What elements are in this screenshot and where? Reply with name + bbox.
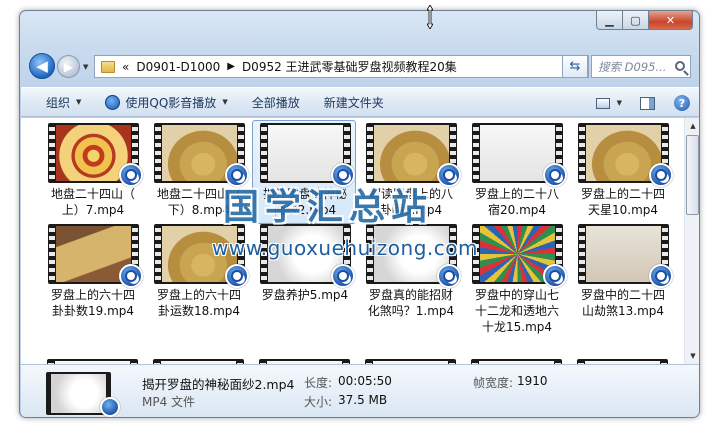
toolbar-right: ▼ ? (595, 88, 699, 118)
file-name-line: 罗盘真的能招财 (368, 288, 453, 302)
file-name-line: 罗盘养护5.mp4 (261, 288, 349, 302)
command-bar: 组织 ▼ 使用QQ影音播放 ▼ 全部播放 新建文件夹 ▼ ? (21, 87, 699, 118)
address-bar[interactable]: « D0901-D1000 ▶ D0952 王进武零基础罗盘视频教程20集 ▼ (94, 55, 589, 78)
file-name: 罗盘中的二十四 山劫煞13.mp4 (571, 287, 675, 319)
selected-file-type: MP4 文件 (142, 395, 196, 409)
qq-player-icon (119, 163, 143, 187)
scroll-down-icon[interactable]: ▼ (685, 348, 699, 364)
chevron-down-icon: ▼ (76, 98, 82, 106)
size-label: 大小: (304, 395, 333, 409)
new-folder-button[interactable]: 新建文件夹 (324, 94, 384, 111)
qq-player-icon (100, 397, 120, 417)
file-name: 罗盘上的二十八 宿20.mp4 (465, 186, 569, 218)
file-item[interactable]: 罗盘中的二十四 山劫煞13.mp4 (570, 221, 674, 325)
file-name-line: 天星10.mp4 (587, 203, 659, 217)
file-name-line: 罗盘中的穿山七 (474, 288, 559, 302)
breadcrumb-current-folder[interactable]: D0952 王进武零基础罗盘视频教程20集 (242, 58, 457, 75)
file-name-line: 地盘二十四山（ (50, 187, 135, 201)
file-name-line: 山劫煞13.mp4 (581, 304, 665, 318)
file-name: 罗盘养护5.mp4 (253, 287, 357, 303)
qq-player-icon (437, 163, 461, 187)
view-options-dropdown-icon[interactable]: ▼ (617, 99, 622, 107)
file-name: 罗盘上的二十四 天星10.mp4 (571, 186, 675, 218)
organize-menu[interactable]: 组织 ▼ (46, 94, 81, 111)
file-name-line: 罗盘上的六十四 (156, 288, 241, 302)
watermark-logo: 国学汇总站 (223, 187, 434, 228)
qq-player-icon (543, 163, 567, 187)
file-name-line: 罗盘上的六十四 (50, 288, 135, 302)
chevron-down-icon: ▼ (222, 98, 228, 106)
play-with-qq-label: 使用QQ影音播放 (125, 95, 217, 110)
duration-label: 长度: (304, 376, 333, 390)
qq-player-icon (105, 94, 121, 110)
frame-width-value: 1910 (517, 374, 548, 388)
change-view-icon[interactable] (595, 97, 610, 109)
scroll-up-icon[interactable]: ▲ (685, 118, 699, 134)
file-name-line: 卦卦数19.mp4 (51, 304, 135, 318)
file-item[interactable]: 罗盘上的二十八 宿20.mp4 (464, 120, 568, 224)
title-buttons: ▁ ▢ ✕ (596, 11, 693, 30)
file-name: 罗盘上的六十四 卦运数18.mp4 (147, 287, 251, 319)
file-name-line: 宿20.mp4 (487, 203, 547, 217)
forward-button[interactable]: ▶ (57, 55, 80, 78)
frame-width-label: 帧宽度: (473, 376, 514, 390)
file-name-line: 化煞吗？1.mp4 (367, 304, 455, 318)
qq-player-icon (225, 264, 249, 288)
search-icon[interactable] (675, 61, 685, 71)
play-with-qq-menu[interactable]: 使用QQ影音播放 ▼ (105, 94, 228, 111)
file-name-line: 上）7.mp4 (61, 203, 125, 217)
file-item[interactable]: 地盘二十四山（ 上）7.mp4 (40, 120, 144, 224)
size-value: 37.5 MB (338, 393, 388, 407)
file-item[interactable]: 罗盘上的二十四 天星10.mp4 (570, 120, 674, 224)
file-name: 罗盘上的六十四 卦卦数19.mp4 (41, 287, 145, 319)
file-name-line: 罗盘上的二十八 (474, 187, 559, 201)
search-placeholder: 搜索 D095... (598, 59, 667, 74)
qq-player-icon (649, 163, 673, 187)
file-name-line: 卦运数18.mp4 (157, 304, 241, 318)
file-name-line: 十龙15.mp4 (481, 320, 553, 334)
minimize-button[interactable]: ▁ (596, 11, 623, 30)
organize-label: 组织 (46, 95, 71, 110)
scrollbar-thumb[interactable] (686, 135, 699, 215)
breadcrumb-d0901[interactable]: D0901-D1000 (136, 60, 220, 74)
back-button[interactable]: ◀ (29, 53, 55, 79)
preview-pane-icon[interactable] (640, 96, 655, 110)
resize-cursor-icon (427, 5, 433, 29)
file-name-line: 罗盘中的二十四 (580, 288, 665, 302)
file-item[interactable]: 罗盘中的穿山七 十二龙和透地六 十龙15.mp4 (464, 221, 568, 334)
selected-file-name: 揭开罗盘的神秘面纱2.mp4 (142, 377, 295, 392)
duration-value: 00:05:50 (338, 374, 392, 388)
close-button[interactable]: ✕ (649, 11, 693, 30)
file-name: 地盘二十四山（ 上）7.mp4 (41, 186, 145, 218)
play-all-button[interactable]: 全部播放 (252, 94, 300, 111)
qq-player-icon (543, 264, 567, 288)
file-name-line: 罗盘上的二十四 (580, 187, 665, 201)
search-input[interactable]: 搜索 D095... (591, 55, 691, 78)
details-pane: 揭开罗盘的神秘面纱2.mp4 MP4 文件 长度: 00:05:50 大小: 3… (21, 364, 699, 417)
vertical-scrollbar[interactable]: ▲ ▼ (684, 118, 699, 364)
breadcrumb-overflow[interactable]: « (122, 60, 129, 74)
refresh-icon: ⇆ (569, 59, 581, 74)
qq-player-icon (119, 264, 143, 288)
help-icon[interactable]: ? (674, 95, 690, 111)
breadcrumb-separator-icon[interactable]: ▶ (227, 61, 235, 72)
maximize-button[interactable]: ▢ (623, 11, 649, 30)
refresh-button[interactable]: ⇆ (562, 55, 588, 78)
file-name-line: 十二龙和透地六 (474, 304, 559, 318)
file-name: 罗盘真的能招财 化煞吗？1.mp4 (359, 287, 463, 319)
watermark-url: www.guoxuehuizong.com (212, 236, 478, 260)
qq-player-icon (437, 264, 461, 288)
qq-player-icon (649, 264, 673, 288)
qq-player-icon (331, 264, 355, 288)
file-item[interactable]: 罗盘上的六十四 卦卦数19.mp4 (40, 221, 144, 325)
recent-pages-dropdown-icon[interactable]: ▼ (83, 63, 88, 71)
file-name: 罗盘中的穿山七 十二龙和透地六 十龙15.mp4 (465, 287, 569, 335)
folder-icon (101, 60, 115, 73)
